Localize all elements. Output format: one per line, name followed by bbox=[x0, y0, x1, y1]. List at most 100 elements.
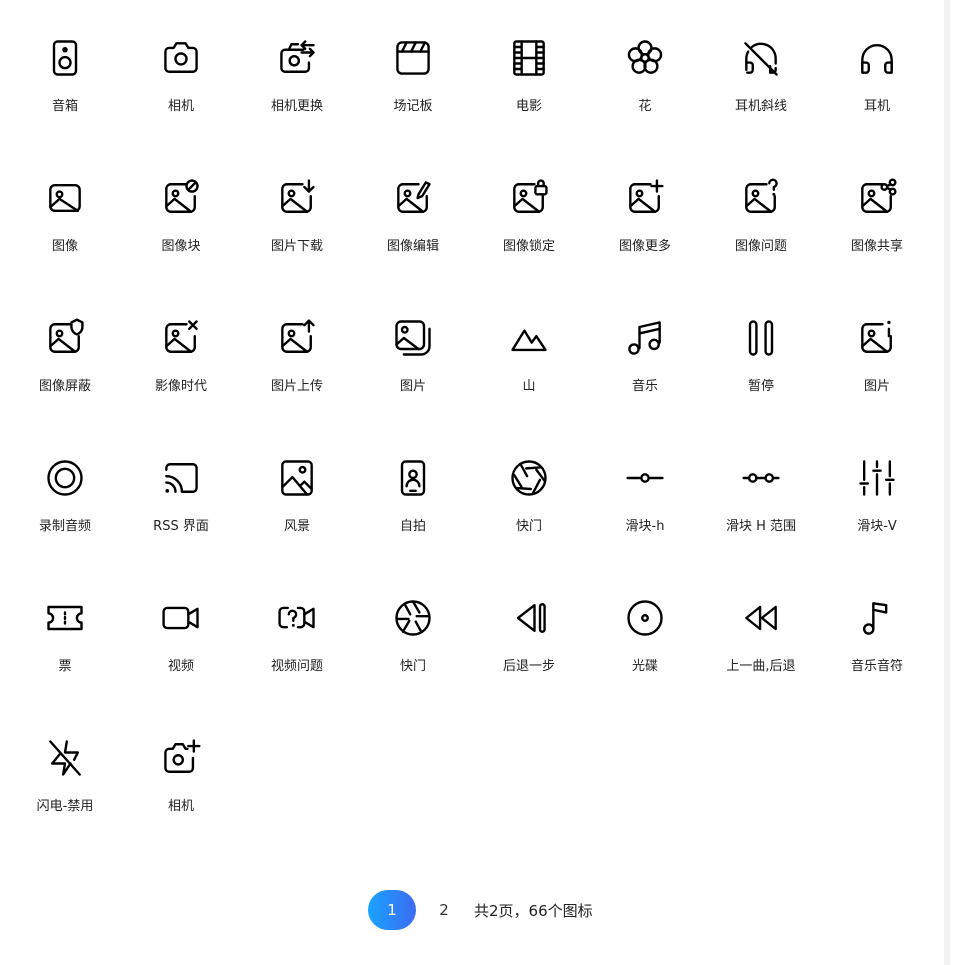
icon-tile[interactable]: 票 bbox=[7, 578, 123, 718]
icon-label: 图像问题 bbox=[734, 239, 787, 254]
icon-tile[interactable]: 山 bbox=[471, 298, 587, 438]
ticket-icon bbox=[47, 605, 83, 631]
clapperboard-icon bbox=[396, 41, 430, 75]
icon-tile[interactable]: 相机 bbox=[123, 718, 239, 858]
icon-label: 滑块-h bbox=[625, 519, 665, 534]
icon-tile[interactable]: 快门 bbox=[471, 438, 587, 578]
icon-tile[interactable]: 图像问题 bbox=[703, 158, 819, 298]
landscape-icon bbox=[281, 460, 313, 496]
icon-label: 图像 bbox=[51, 239, 78, 254]
icon-tile[interactable]: 视频 bbox=[123, 578, 239, 718]
record-icon bbox=[47, 460, 83, 496]
slider-v-icon bbox=[859, 460, 895, 496]
icon-label: 光碟 bbox=[631, 659, 658, 674]
selfie-icon bbox=[400, 460, 426, 496]
image-download-icon bbox=[281, 179, 315, 213]
icon-grid: 音箱 相机 相机更换 场记板 电影花耳机斜线 耳机 图像 图像块 图片下载 图像编辑 图像锁定 图像更… bbox=[7, 18, 935, 858]
icon-tile[interactable]: 图像 bbox=[7, 158, 123, 298]
icon-tile[interactable]: 音乐音符 bbox=[819, 578, 935, 718]
icon-label: 图像共享 bbox=[850, 239, 903, 254]
icon-tile[interactable]: 后退一步 bbox=[471, 578, 587, 718]
icon-label: 视频问题 bbox=[270, 659, 323, 674]
scrollbar-track[interactable] bbox=[944, 0, 950, 965]
music-note-icon bbox=[862, 602, 888, 635]
icon-tile[interactable]: 图片下载 bbox=[239, 158, 355, 298]
icon-label: 耳机斜线 bbox=[734, 99, 787, 114]
icon-label: 暂停 bbox=[747, 379, 774, 394]
pagination-summary: 共2页，66个图标 bbox=[474, 901, 593, 920]
icon-tile[interactable]: 图片 bbox=[355, 298, 471, 438]
pagination: 1 2 共2页，66个图标 bbox=[368, 890, 593, 930]
icon-label: 图片 bbox=[863, 379, 890, 394]
icon-tile[interactable]: 耳机斜线 bbox=[703, 18, 819, 158]
icon-tile[interactable]: 图像屏蔽 bbox=[7, 298, 123, 438]
icon-label: 滑块 H 范围 bbox=[725, 519, 797, 534]
icon-tile[interactable]: 上一曲,后退 bbox=[703, 578, 819, 718]
icon-tile[interactable]: 闪电-禁用 bbox=[7, 718, 123, 858]
headphones-icon bbox=[861, 44, 893, 74]
image-edit-icon bbox=[397, 181, 431, 213]
image-x-icon bbox=[165, 320, 198, 353]
icon-tile[interactable]: 滑块-V bbox=[819, 438, 935, 578]
icon-label: 视频 bbox=[167, 659, 194, 674]
icon-tile[interactable]: 音箱 bbox=[7, 18, 123, 158]
icon-label: 图像编辑 bbox=[386, 239, 439, 254]
icon-label: 图像更多 bbox=[618, 239, 671, 254]
icon-row: 录制音频 RSS 界面 风景 自拍 快门 滑块-h 滑块 H 范围 滑块-V bbox=[7, 438, 935, 578]
icon-tile[interactable]: 图像更多 bbox=[587, 158, 703, 298]
rewind-icon bbox=[745, 605, 777, 631]
icon-tile[interactable]: 电影 bbox=[471, 18, 587, 158]
icon-tile[interactable]: 视频问题 bbox=[239, 578, 355, 718]
icon-tile[interactable]: 图片上传 bbox=[239, 298, 355, 438]
icon-label: 电影 bbox=[515, 99, 542, 114]
page-button-1[interactable]: 1 bbox=[368, 890, 416, 930]
icon-tile[interactable]: 图像锁定 bbox=[471, 158, 587, 298]
film-icon bbox=[513, 40, 545, 76]
music-icon bbox=[628, 321, 661, 355]
icon-tile[interactable]: 图像块 bbox=[123, 158, 239, 298]
page-button-2[interactable]: 2 bbox=[420, 890, 468, 930]
icon-tile[interactable]: 暂停 bbox=[703, 298, 819, 438]
icon-tile[interactable]: 图片 bbox=[819, 298, 935, 438]
icon-tile[interactable]: 风景 bbox=[239, 438, 355, 578]
icon-tile[interactable]: 相机 bbox=[123, 18, 239, 158]
icon-label: 风景 bbox=[283, 519, 310, 534]
image-share-icon bbox=[861, 178, 897, 213]
camera-icon bbox=[164, 42, 198, 73]
icon-row: 图像屏蔽 影像时代 图片上传 图片 山 音乐 暂停 图片 bbox=[7, 298, 935, 438]
icon-tile[interactable]: 滑块 H 范围 bbox=[703, 438, 819, 578]
icon-label: 图片下载 bbox=[270, 239, 323, 254]
icon-tile[interactable]: 自拍 bbox=[355, 438, 471, 578]
icon-label: 快门 bbox=[399, 659, 426, 674]
camera-switch-icon bbox=[280, 40, 315, 73]
icon-tile[interactable]: 花 bbox=[587, 18, 703, 158]
icon-label: 耳机 bbox=[863, 99, 890, 114]
icon-label: 山 bbox=[522, 379, 536, 394]
icon-label: RSS 界面 bbox=[153, 519, 209, 534]
icon-label: 快门 bbox=[515, 519, 542, 534]
flower-icon bbox=[627, 40, 663, 74]
icon-label: 音乐音符 bbox=[850, 659, 903, 674]
icon-tile[interactable]: 相机更换 bbox=[239, 18, 355, 158]
icon-label: 图片上传 bbox=[270, 379, 323, 394]
slider-range-icon bbox=[742, 473, 780, 483]
shutter-icon bbox=[511, 460, 547, 496]
icon-label: 场记板 bbox=[393, 99, 433, 114]
icon-tile[interactable]: 场记板 bbox=[355, 18, 471, 158]
icon-tile[interactable]: 滑块-h bbox=[587, 438, 703, 578]
icon-tile[interactable]: 录制音频 bbox=[7, 438, 123, 578]
icon-label: 音箱 bbox=[51, 99, 78, 114]
icon-tile[interactable]: 快门 bbox=[355, 578, 471, 718]
icon-tile[interactable]: 影像时代 bbox=[123, 298, 239, 438]
image-icon bbox=[49, 183, 81, 213]
icon-tile[interactable]: 图像编辑 bbox=[355, 158, 471, 298]
icon-tile[interactable]: 音乐 bbox=[587, 298, 703, 438]
icon-tile[interactable]: RSS 界面 bbox=[123, 438, 239, 578]
icon-label: 闪电-禁用 bbox=[36, 799, 94, 814]
icon-tile[interactable]: 图像共享 bbox=[819, 158, 935, 298]
image-question-icon bbox=[745, 178, 778, 213]
image-plus-icon bbox=[629, 179, 664, 213]
icon-tile[interactable]: 光碟 bbox=[587, 578, 703, 718]
icon-row: 闪电-禁用 相机 bbox=[7, 718, 935, 858]
icon-tile[interactable]: 耳机 bbox=[819, 18, 935, 158]
